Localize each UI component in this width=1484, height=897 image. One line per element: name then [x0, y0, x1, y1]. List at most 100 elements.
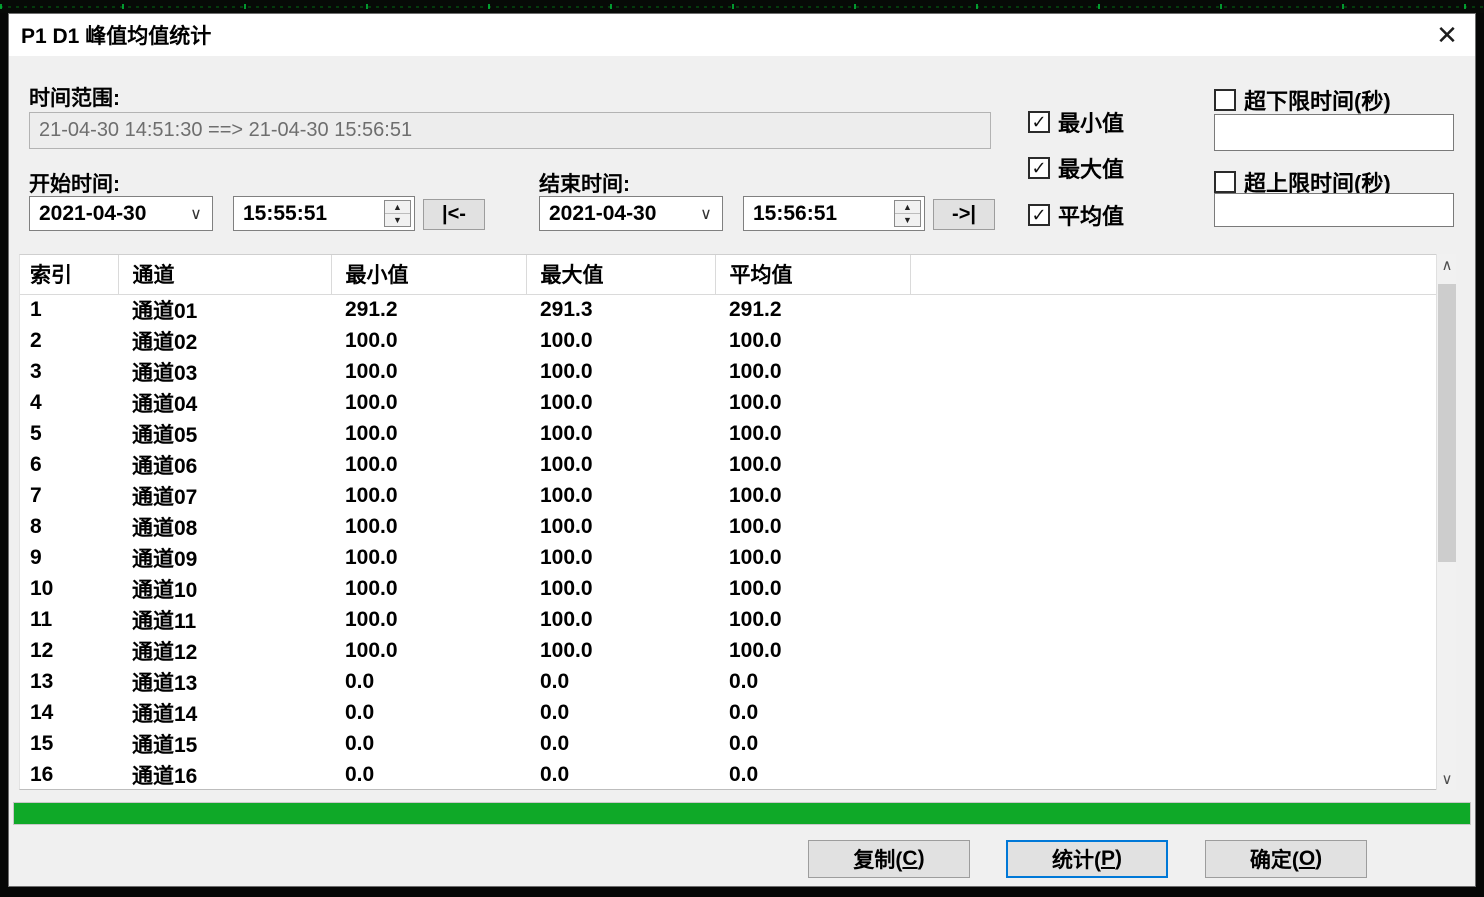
- cell-channel: 通道04: [118, 387, 331, 418]
- cell-filler: [910, 759, 1438, 790]
- table-row[interactable]: 16通道160.00.00.0: [20, 759, 1438, 790]
- cell-filler: [910, 294, 1438, 325]
- statistics-button-text: 统计(: [1052, 844, 1101, 874]
- dialog-body: 时间范围: 21-04-30 14:51:30 ==> 21-04-30 15:…: [9, 56, 1475, 888]
- cell-min: 0.0: [331, 697, 526, 728]
- cell-avg: 0.0: [715, 728, 910, 759]
- scroll-up-icon[interactable]: ∧: [1437, 254, 1457, 276]
- table-row[interactable]: 2通道02100.0100.0100.0: [20, 325, 1438, 356]
- cell-index: 3: [20, 356, 118, 387]
- avg-value-checkbox-label: 平均值: [1058, 199, 1124, 231]
- start-time-spinner[interactable]: 15:55:51 ▲ ▼: [233, 196, 415, 231]
- cell-channel: 通道01: [118, 294, 331, 325]
- start-time-spin-buttons: ▲ ▼: [384, 200, 411, 227]
- table-row[interactable]: 5通道05100.0100.0100.0: [20, 418, 1438, 449]
- start-time-label: 开始时间:: [29, 168, 120, 198]
- cell-min: 0.0: [331, 728, 526, 759]
- cell-max: 100.0: [526, 387, 715, 418]
- ok-button-text: 确定(: [1250, 844, 1299, 874]
- start-date-value: 2021-04-30: [30, 202, 180, 226]
- lower-limit-input[interactable]: [1214, 114, 1454, 151]
- cell-max: 100.0: [526, 635, 715, 666]
- table-row[interactable]: 7通道07100.0100.0100.0: [20, 480, 1438, 511]
- cell-filler: [910, 325, 1438, 356]
- header-index[interactable]: 索引: [20, 255, 118, 294]
- table-row[interactable]: 8通道08100.0100.0100.0: [20, 511, 1438, 542]
- cell-channel: 通道03: [118, 356, 331, 387]
- cell-channel: 通道15: [118, 728, 331, 759]
- cell-index: 4: [20, 387, 118, 418]
- cell-min: 100.0: [331, 604, 526, 635]
- header-channel[interactable]: 通道: [118, 255, 331, 294]
- ok-button-text: ): [1315, 847, 1322, 871]
- cell-max: 100.0: [526, 542, 715, 573]
- lower-limit-checkbox[interactable]: 超下限时间(秒): [1214, 84, 1391, 116]
- cell-channel: 通道08: [118, 511, 331, 542]
- table-header-row: 索引 通道 最小值 最大值 平均值: [20, 255, 1438, 294]
- cell-min: 0.0: [331, 759, 526, 790]
- seek-to-end-button[interactable]: ->|: [933, 199, 995, 230]
- cell-channel: 通道02: [118, 325, 331, 356]
- cell-max: 0.0: [526, 759, 715, 790]
- cell-channel: 通道06: [118, 449, 331, 480]
- cell-channel: 通道10: [118, 573, 331, 604]
- table-row[interactable]: 6通道06100.0100.0100.0: [20, 449, 1438, 480]
- statistics-dialog: P1 D1 峰值均值统计 ✕ 时间范围: 21-04-30 14:51:30 =…: [8, 13, 1476, 887]
- cell-max: 100.0: [526, 449, 715, 480]
- header-min[interactable]: 最小值: [331, 255, 526, 294]
- statistics-button[interactable]: 统计(P): [1006, 840, 1168, 878]
- header-avg[interactable]: 平均值: [715, 255, 910, 294]
- cell-index: 15: [20, 728, 118, 759]
- table-row[interactable]: 4通道04100.0100.0100.0: [20, 387, 1438, 418]
- cell-channel: 通道13: [118, 666, 331, 697]
- max-value-checkbox-label: 最大值: [1058, 152, 1124, 184]
- table-row[interactable]: 12通道12100.0100.0100.0: [20, 635, 1438, 666]
- spin-down-icon[interactable]: ▼: [385, 214, 410, 226]
- cell-min: 100.0: [331, 449, 526, 480]
- close-icon[interactable]: ✕: [1423, 14, 1471, 56]
- end-time-value: 15:56:51: [744, 197, 894, 230]
- spin-down-icon[interactable]: ▼: [895, 214, 920, 226]
- table-row[interactable]: 10通道10100.0100.0100.0: [20, 573, 1438, 604]
- ok-button[interactable]: 确定(O): [1205, 840, 1367, 878]
- table-row[interactable]: 9通道09100.0100.0100.0: [20, 542, 1438, 573]
- end-time-spinner[interactable]: 15:56:51 ▲ ▼: [743, 196, 925, 231]
- table-row[interactable]: 3通道03100.0100.0100.0: [20, 356, 1438, 387]
- cell-channel: 通道07: [118, 480, 331, 511]
- avg-value-checkbox[interactable]: ✓ 平均值: [1028, 199, 1124, 231]
- cell-index: 5: [20, 418, 118, 449]
- max-value-checkbox[interactable]: ✓ 最大值: [1028, 152, 1124, 184]
- cell-avg: 100.0: [715, 635, 910, 666]
- cell-index: 12: [20, 635, 118, 666]
- cell-index: 1: [20, 294, 118, 325]
- cell-channel: 通道12: [118, 635, 331, 666]
- cell-min: 100.0: [331, 418, 526, 449]
- spin-up-icon[interactable]: ▲: [385, 201, 410, 214]
- end-date-value: 2021-04-30: [540, 202, 690, 226]
- progress-fill: [14, 803, 1470, 824]
- min-value-checkbox[interactable]: ✓ 最小值: [1028, 106, 1124, 138]
- start-date-combobox[interactable]: 2021-04-30 ∨: [29, 196, 213, 231]
- upper-limit-input[interactable]: [1214, 193, 1454, 227]
- spin-up-icon[interactable]: ▲: [895, 201, 920, 214]
- end-time-label: 结束时间:: [539, 168, 630, 198]
- scroll-down-icon[interactable]: ∨: [1437, 768, 1457, 790]
- table-row[interactable]: 13通道130.00.00.0: [20, 666, 1438, 697]
- table-row[interactable]: 11通道11100.0100.0100.0: [20, 604, 1438, 635]
- table-scrollbar[interactable]: ∧ ∨: [1436, 254, 1456, 790]
- copy-button[interactable]: 复制(C): [808, 840, 970, 878]
- cell-avg: 100.0: [715, 573, 910, 604]
- table-row[interactable]: 15通道150.00.00.0: [20, 728, 1438, 759]
- cell-filler: [910, 387, 1438, 418]
- cell-min: 100.0: [331, 573, 526, 604]
- cell-filler: [910, 480, 1438, 511]
- scrollbar-thumb[interactable]: [1438, 284, 1456, 562]
- header-max[interactable]: 最大值: [526, 255, 715, 294]
- table-row[interactable]: 1通道01291.2291.3291.2: [20, 294, 1438, 325]
- min-value-checkbox-label: 最小值: [1058, 106, 1124, 138]
- table-row[interactable]: 14通道140.00.00.0: [20, 697, 1438, 728]
- cell-filler: [910, 542, 1438, 573]
- end-date-combobox[interactable]: 2021-04-30 ∨: [539, 196, 723, 231]
- cell-index: 9: [20, 542, 118, 573]
- seek-to-start-button[interactable]: |<-: [423, 199, 485, 230]
